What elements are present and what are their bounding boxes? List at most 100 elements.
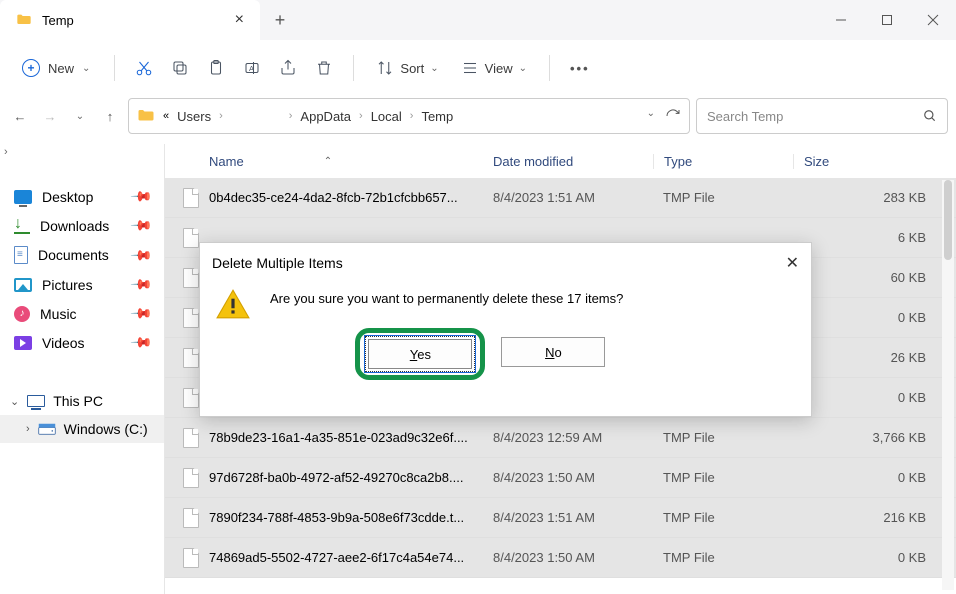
sidebar-item-downloads[interactable]: Downloads📌 bbox=[0, 211, 164, 240]
sidebar-item-thispc[interactable]: ⌄ This PC bbox=[0, 387, 164, 415]
warning-icon bbox=[216, 289, 250, 319]
sidebar-item-documents[interactable]: Documents 📌 bbox=[0, 240, 164, 270]
breadcrumb[interactable]: « Users› › AppData› Local› Temp ⌄ bbox=[128, 98, 690, 134]
column-name[interactable]: Name⌃ bbox=[183, 154, 493, 169]
pin-icon[interactable]: 📌 bbox=[129, 243, 153, 267]
table-row[interactable]: 7890f234-788f-4853-9b9a-508e6f73cdde.t..… bbox=[165, 498, 956, 538]
sidebar-item-label: Documents bbox=[38, 247, 109, 263]
back-button[interactable]: ← bbox=[8, 104, 32, 128]
file-date: 8/4/2023 1:51 AM bbox=[493, 510, 653, 525]
sidebar-item-pictures[interactable]: Pictures📌 bbox=[0, 270, 164, 299]
file-size: 0 KB bbox=[793, 310, 938, 325]
new-button[interactable]: + New ⌄ bbox=[12, 51, 100, 85]
sidebar-item-label: Music bbox=[40, 306, 77, 322]
table-row[interactable]: 74869ad5-5502-4727-aee2-6f17c4a54e74...8… bbox=[165, 538, 956, 578]
file-name: 74869ad5-5502-4727-aee2-6f17c4a54e74... bbox=[209, 550, 464, 565]
chevron-right-icon: › bbox=[219, 110, 223, 122]
file-icon bbox=[183, 428, 199, 448]
nav-row: ← → ⌄ ↑ « Users› › AppData› Local› Temp … bbox=[0, 96, 956, 144]
chevron-down-icon[interactable]: ⌄ bbox=[647, 108, 655, 124]
no-button[interactable]: No bbox=[501, 337, 605, 367]
search-icon bbox=[923, 109, 937, 123]
close-window-button[interactable] bbox=[910, 0, 956, 40]
new-tab-button[interactable]: + bbox=[260, 10, 300, 31]
plus-icon: + bbox=[22, 59, 40, 77]
pin-icon[interactable]: 📌 bbox=[129, 213, 153, 237]
column-size[interactable]: Size bbox=[793, 154, 938, 169]
view-button[interactable]: View ⌄ bbox=[453, 50, 535, 86]
more-button[interactable]: ••• bbox=[564, 50, 596, 86]
sidebar-item-label: Windows (C:) bbox=[64, 421, 148, 437]
yes-highlight: Yes bbox=[355, 328, 485, 380]
sort-button[interactable]: Sort ⌄ bbox=[368, 50, 446, 86]
breadcrumb-item[interactable]: Temp bbox=[421, 109, 453, 124]
close-icon[interactable]: × bbox=[235, 11, 244, 29]
close-icon[interactable]: ✕ bbox=[786, 253, 799, 273]
desktop-icon bbox=[14, 190, 32, 204]
chevron-right-icon[interactable]: › bbox=[4, 146, 8, 158]
chevron-right-icon: › bbox=[359, 110, 363, 122]
file-name: 0b4dec35-ce24-4da2-8fcb-72b1cfcbb657... bbox=[209, 190, 458, 205]
new-label: New bbox=[48, 61, 74, 76]
separator bbox=[114, 55, 115, 81]
file-name: 97d6728f-ba0b-4972-af52-49270c8ca2b8.... bbox=[209, 470, 463, 485]
breadcrumb-item[interactable]: Local bbox=[371, 109, 402, 124]
file-icon bbox=[183, 188, 199, 208]
share-button[interactable] bbox=[273, 50, 303, 86]
minimize-button[interactable] bbox=[818, 0, 864, 40]
tab-temp[interactable]: Temp × bbox=[0, 0, 260, 40]
file-type: TMP File bbox=[653, 510, 793, 525]
rename-button[interactable]: A bbox=[237, 50, 267, 86]
music-icon: ♪ bbox=[14, 306, 30, 322]
sidebar-item-desktop[interactable]: Desktop 📌 bbox=[0, 182, 164, 211]
sidebar-item-label: Videos bbox=[42, 335, 85, 351]
delete-button[interactable] bbox=[309, 50, 339, 86]
pin-icon[interactable]: 📌 bbox=[129, 330, 153, 354]
sort-label: Sort bbox=[400, 61, 424, 76]
yes-button[interactable]: Yes bbox=[368, 339, 472, 369]
cut-button[interactable] bbox=[129, 50, 159, 86]
sidebar-item-videos[interactable]: Videos 📌 bbox=[0, 328, 164, 357]
file-size: 6 KB bbox=[793, 230, 938, 245]
table-row[interactable]: 78b9de23-16a1-4a35-851e-023ad9c32e6f....… bbox=[165, 418, 956, 458]
chevron-right-icon: › bbox=[410, 110, 414, 122]
sidebar-item-music[interactable]: ♪ Music 📌 bbox=[0, 299, 164, 328]
paste-button[interactable] bbox=[201, 50, 231, 86]
view-icon bbox=[461, 59, 479, 77]
forward-button[interactable]: → bbox=[38, 104, 62, 128]
drive-icon bbox=[38, 422, 56, 436]
column-type[interactable]: Type bbox=[653, 154, 793, 169]
folder-icon bbox=[16, 12, 32, 28]
sidebar-item-label: Desktop bbox=[42, 189, 93, 205]
documents-icon bbox=[14, 246, 28, 264]
refresh-icon[interactable] bbox=[665, 108, 681, 124]
sidebar-item-drive[interactable]: › Windows (C:) bbox=[0, 415, 164, 443]
search-input[interactable] bbox=[707, 109, 923, 124]
pin-icon[interactable]: 📌 bbox=[129, 272, 153, 296]
delete-dialog: Delete Multiple Items ✕ Are you sure you… bbox=[199, 242, 812, 417]
chevron-down-icon: ⌄ bbox=[519, 63, 527, 74]
table-row[interactable]: 97d6728f-ba0b-4972-af52-49270c8ca2b8....… bbox=[165, 458, 956, 498]
column-headers: Name⌃ Date modified Type Size bbox=[165, 144, 956, 178]
breadcrumb-item[interactable]: Users bbox=[177, 109, 211, 124]
table-row[interactable]: 0b4dec35-ce24-4da2-8fcb-72b1cfcbb657...8… bbox=[165, 178, 956, 218]
file-icon bbox=[183, 508, 199, 528]
copy-button[interactable] bbox=[165, 50, 195, 86]
pin-icon[interactable]: 📌 bbox=[129, 301, 153, 325]
file-name: 7890f234-788f-4853-9b9a-508e6f73cdde.t..… bbox=[209, 510, 464, 525]
scrollbar[interactable] bbox=[942, 180, 954, 590]
tab-bar: Temp × + bbox=[0, 0, 956, 40]
search-box[interactable] bbox=[696, 98, 948, 134]
maximize-button[interactable] bbox=[864, 0, 910, 40]
pin-icon[interactable]: 📌 bbox=[129, 184, 153, 208]
recent-button[interactable]: ⌄ bbox=[68, 104, 92, 128]
breadcrumb-item[interactable]: AppData bbox=[300, 109, 351, 124]
file-size: 0 KB bbox=[793, 550, 938, 565]
column-date[interactable]: Date modified bbox=[493, 154, 653, 169]
file-type: TMP File bbox=[653, 430, 793, 445]
file-size: 0 KB bbox=[793, 390, 938, 405]
up-button[interactable]: ↑ bbox=[98, 104, 122, 128]
breadcrumb-overflow[interactable]: « bbox=[163, 110, 169, 122]
file-date: 8/4/2023 12:59 AM bbox=[493, 430, 653, 445]
scroll-thumb[interactable] bbox=[944, 180, 952, 260]
